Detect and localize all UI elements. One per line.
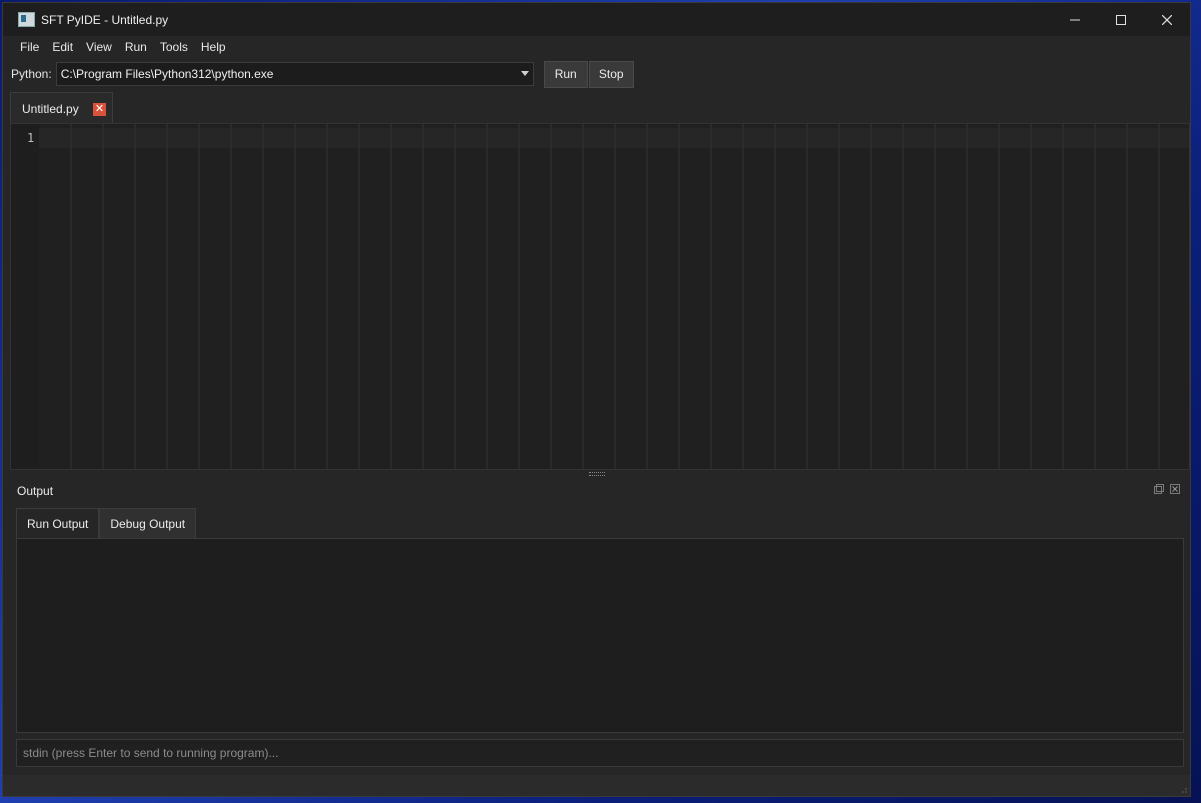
close-icon — [1162, 14, 1172, 25]
chevron-down-icon[interactable] — [520, 71, 529, 76]
window-title: SFT PyIDE - Untitled.py — [41, 12, 169, 27]
tab-run-output[interactable]: Run Output — [16, 508, 100, 538]
interpreter-select[interactable]: C:\Program Files\Python312\python.exe — [55, 62, 534, 86]
line-number-gutter — [11, 124, 39, 469]
main-window: SFT PyIDE - Untitled.py File Edit View R… — [2, 2, 1191, 797]
stop-button[interactable]: Stop — [588, 60, 634, 88]
run-button[interactable]: Run — [543, 60, 588, 88]
code-editor[interactable]: 1 — [10, 123, 1190, 470]
menu-help[interactable]: Help — [194, 40, 232, 54]
minimize-button[interactable] — [1052, 3, 1098, 36]
maximize-button[interactable] — [1098, 3, 1144, 36]
stdin-input[interactable]: stdin (press Enter to send to running pr… — [16, 739, 1184, 767]
output-tabs: Run Output Debug Output — [16, 508, 197, 538]
current-line-highlight — [39, 128, 1189, 148]
close-tab-icon[interactable]: ✕ — [93, 103, 106, 116]
window-controls — [1052, 3, 1190, 36]
menu-bar: File Edit View Run Tools Help — [3, 36, 1190, 58]
menu-run[interactable]: Run — [118, 40, 153, 54]
close-dock-icon[interactable] — [1170, 484, 1180, 494]
close-window-button[interactable] — [1144, 3, 1190, 36]
output-console[interactable] — [16, 538, 1184, 733]
menu-view[interactable]: View — [79, 40, 118, 54]
interpreter-path: C:\Program Files\Python312\python.exe — [60, 67, 274, 81]
splitter-handle[interactable] — [3, 470, 1190, 478]
line-number: 1 — [27, 131, 35, 145]
grip-icon — [588, 472, 605, 476]
menu-tools[interactable]: Tools — [153, 40, 194, 54]
minimize-icon — [1070, 19, 1080, 20]
size-grip-icon[interactable] — [1178, 784, 1188, 794]
indent-guides — [70, 124, 1160, 469]
menu-edit[interactable]: Edit — [45, 40, 79, 54]
output-dock-title: Output — [3, 480, 1190, 502]
title-bar[interactable]: SFT PyIDE - Untitled.py — [3, 3, 1190, 36]
tab-debug-output[interactable]: Debug Output — [99, 508, 197, 538]
tab-untitled[interactable]: Untitled.py ✕ — [10, 92, 113, 124]
maximize-icon — [1116, 14, 1126, 25]
output-title: Output — [17, 484, 54, 498]
tab-label: Untitled.py — [22, 101, 79, 116]
status-bar — [3, 775, 1190, 796]
app-window-icon — [18, 12, 35, 27]
python-label: Python: — [11, 67, 52, 81]
menu-file[interactable]: File — [12, 40, 45, 54]
editor-tab-strip: Untitled.py ✕ — [3, 89, 1190, 124]
float-dock-icon[interactable] — [1154, 484, 1164, 494]
toolbar: Python: C:\Program Files\Python312\pytho… — [3, 59, 1190, 89]
dock-controls — [1154, 484, 1180, 494]
